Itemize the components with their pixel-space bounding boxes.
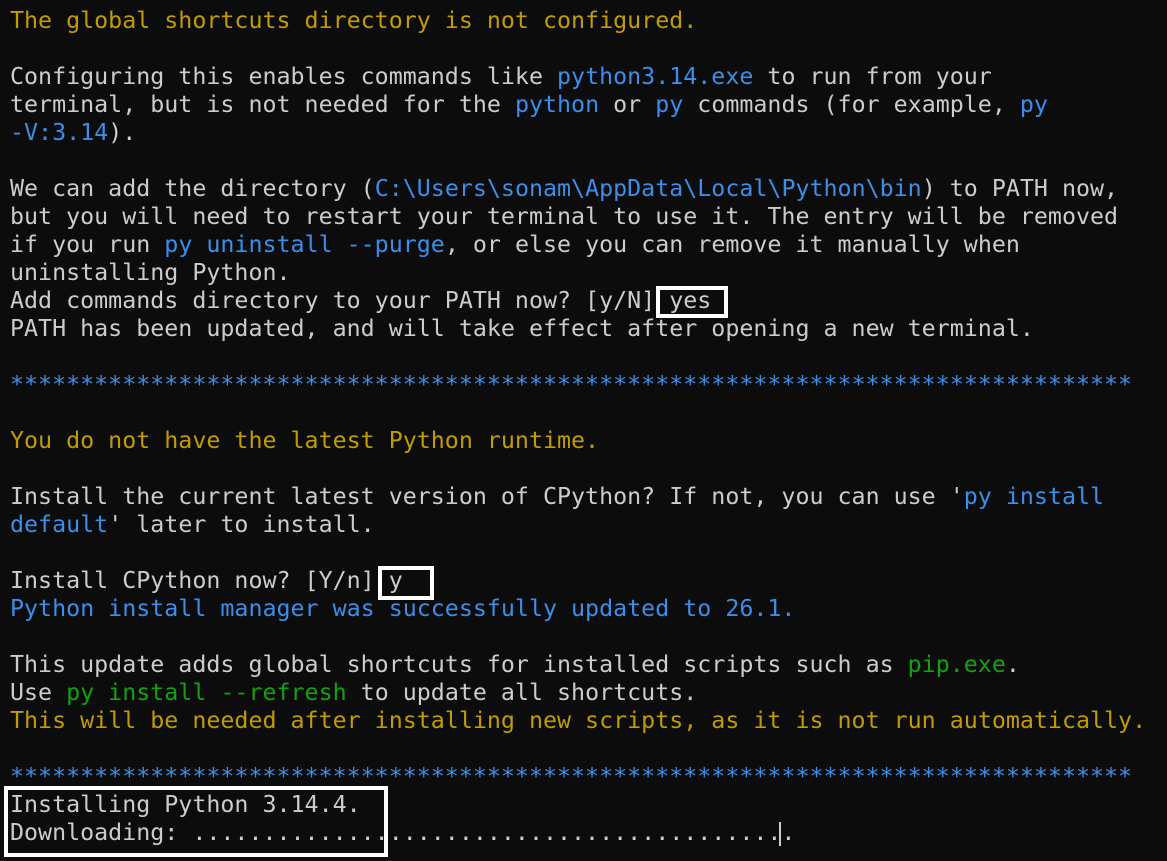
terminal-text-segment: Add commands directory to your PATH now?…	[10, 287, 712, 314]
terminal-line: -V:3.14).	[10, 119, 1167, 147]
terminal-text-segment: .	[1005, 651, 1020, 678]
terminal-text-segment: if you run	[10, 231, 165, 258]
terminal-text-segment: python3.14.exe	[557, 63, 754, 90]
terminal-text-segment: or	[599, 91, 656, 118]
terminal-line: Use py install --refresh to update all s…	[10, 679, 1167, 707]
terminal-line: We can add the directory (C:\Users\sonam…	[10, 175, 1167, 203]
terminal-text-segment: py	[1019, 91, 1048, 118]
terminal-text-segment: This will be needed after installing new…	[10, 707, 1147, 734]
terminal-text-segment: ' later to install.	[108, 511, 375, 538]
terminal-text-segment: ****************************************…	[10, 371, 1133, 398]
terminal-text-segment: PATH has been updated, and will take eff…	[10, 315, 1034, 342]
highlight-box-path-answer	[656, 286, 728, 318]
terminal-line: uninstalling Python.	[10, 259, 1167, 287]
terminal-text-segment: The global shortcuts directory is not co…	[10, 7, 698, 34]
terminal-line: default' later to install.	[10, 511, 1167, 539]
terminal-text-segment: to update all shortcuts.	[346, 679, 698, 706]
terminal-text-segment: Install CPython now? [Y/n] y	[10, 567, 403, 594]
terminal-line: Install the current latest version of CP…	[10, 483, 1167, 511]
terminal-text-segment: , or else you can remove it manually whe…	[444, 231, 1020, 258]
terminal-line: if you run py uninstall --purge, or else…	[10, 231, 1167, 259]
terminal-text-segment: pip.exe	[907, 651, 1006, 678]
terminal-text-segment: This update adds global shortcuts for in…	[10, 651, 908, 678]
terminal-text-segment: but you will need to restart your termin…	[10, 203, 1119, 230]
terminal-text-segment: commands (for example,	[683, 91, 1020, 118]
terminal-text-segment: python	[514, 91, 600, 118]
terminal-text-segment: py	[655, 91, 684, 118]
terminal-text-segment: uninstalling Python.	[10, 259, 291, 286]
terminal-line: Configuring this enables commands like p…	[10, 63, 1167, 91]
terminal-text-segment: C:\Users\sonam\AppData\Local\Python\bin	[374, 175, 922, 202]
terminal-line: The global shortcuts directory is not co…	[10, 7, 1167, 35]
terminal-text-segment: py install --refresh	[66, 679, 347, 706]
highlight-box-install-answer	[378, 566, 434, 600]
terminal-output[interactable]: The global shortcuts directory is not co…	[0, 0, 1167, 861]
highlight-box-installing	[4, 786, 388, 857]
terminal-text-segment: terminal, but is not needed for the	[10, 91, 515, 118]
terminal-line: You do not have the latest Python runtim…	[10, 427, 1167, 455]
terminal-text-segment: -V:3.14	[10, 119, 109, 146]
terminal-text-segment: You do not have the latest Python runtim…	[10, 427, 600, 454]
terminal-text-segment: default	[10, 511, 109, 538]
terminal-line: ****************************************…	[10, 371, 1167, 399]
terminal-text-segment: Configuring this enables commands like	[10, 63, 558, 90]
terminal-text-segment: Use	[10, 679, 67, 706]
text-cursor	[779, 822, 781, 846]
terminal-line: This update adds global shortcuts for in…	[10, 651, 1167, 679]
terminal-text-segment: to run from your	[753, 63, 992, 90]
terminal-text-segment: py install	[963, 483, 1105, 510]
terminal-text-segment: We can add the directory (	[10, 175, 375, 202]
terminal-text-segment: ).	[108, 119, 137, 146]
terminal-line: but you will need to restart your termin…	[10, 203, 1167, 231]
terminal-line: Python install manager was successfully …	[10, 595, 1167, 623]
terminal-text-segment: ) to PATH now,	[921, 175, 1119, 202]
terminal-line: PATH has been updated, and will take eff…	[10, 315, 1167, 343]
terminal-text-segment: Install the current latest version of CP…	[10, 483, 964, 510]
terminal-line: Add commands directory to your PATH now?…	[10, 287, 1167, 315]
terminal-line: Install CPython now? [Y/n] y	[10, 567, 1167, 595]
terminal-line: terminal, but is not needed for the pyth…	[10, 91, 1167, 119]
terminal-line: This will be needed after installing new…	[10, 707, 1167, 735]
terminal-text-segment: py uninstall --purge	[164, 231, 445, 258]
